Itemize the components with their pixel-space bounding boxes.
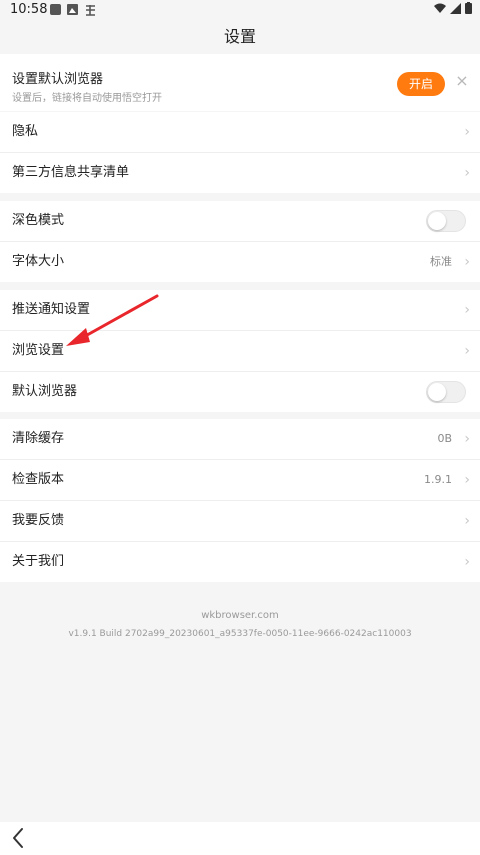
row-dark-mode: 深色模式 (0, 201, 480, 242)
chevron-right-icon: › (464, 431, 470, 447)
settings-group-display: 深色模式 字体大小 标准 › (0, 201, 480, 282)
close-icon[interactable]: × (455, 73, 469, 89)
row-browsing-settings[interactable]: 浏览设置 › (0, 331, 480, 372)
row-label: 推送通知设置 (12, 302, 91, 317)
page-title: 设置 (223, 27, 256, 46)
battery-icon (465, 2, 472, 14)
row-push-notifications[interactable]: 推送通知设置 › (0, 290, 480, 331)
status-time: 10:58 (10, 2, 48, 17)
row-clear-cache[interactable]: 清除缓存 0B › (0, 419, 480, 460)
default-browser-banner: 设置默认浏览器 设置后，链接将自动使用悟空打开 开启 × (0, 54, 480, 111)
row-label: 字体大小 (12, 254, 65, 269)
row-label: 第三方信息共享清单 (12, 165, 130, 180)
chevron-right-icon: › (464, 513, 470, 529)
square-icon (50, 4, 61, 15)
row-label: 我要反馈 (12, 513, 65, 528)
row-about-us[interactable]: 关于我们 › (0, 542, 480, 582)
row-label: 默认浏览器 (12, 384, 78, 399)
chevron-right-icon: › (464, 124, 470, 140)
system-icons (434, 2, 472, 17)
enable-button[interactable]: 开启 (397, 72, 445, 96)
banner-subtitle: 设置后，链接将自动使用悟空打开 (12, 93, 162, 104)
status-bar: 10:58 (0, 0, 480, 20)
toggle-knob (428, 212, 446, 230)
row-font-size[interactable]: 字体大小 标准 › (0, 242, 480, 282)
chevron-right-icon: › (464, 165, 470, 181)
toggle-knob (428, 383, 446, 401)
row-check-version[interactable]: 检查版本 1.9.1 › (0, 460, 480, 501)
chevron-right-icon: › (464, 254, 470, 270)
row-label: 深色模式 (12, 213, 65, 228)
row-value: 0B (437, 432, 452, 445)
dark-mode-toggle[interactable] (426, 210, 466, 232)
photo-icon (67, 4, 78, 15)
row-privacy[interactable]: 隐私 › (0, 112, 480, 153)
row-label: 隐私 (12, 124, 39, 139)
row-default-browser: 默认浏览器 (0, 372, 480, 412)
chevron-right-icon: › (464, 554, 470, 570)
settings-group-general: 清除缓存 0B › 检查版本 1.9.1 › 我要反馈 › 关于我们 › (0, 419, 480, 582)
footer-build: v1.9.1 Build 2702a99_20230601_a95337fe-0… (68, 629, 412, 639)
bug-icon (86, 5, 95, 16)
chevron-right-icon: › (464, 302, 470, 318)
row-third-party-sharing[interactable]: 第三方信息共享清单 › (0, 153, 480, 193)
bottom-nav-bar (0, 822, 480, 855)
row-label: 清除缓存 (12, 431, 65, 446)
signal-icon (450, 3, 462, 14)
row-label: 浏览设置 (12, 343, 65, 358)
row-label: 检查版本 (12, 472, 65, 487)
settings-group-browsing: 推送通知设置 › 浏览设置 › 默认浏览器 (0, 290, 480, 412)
default-browser-toggle[interactable] (426, 381, 466, 403)
chevron-right-icon: › (464, 472, 470, 488)
back-icon[interactable] (10, 826, 26, 850)
footer-site: wkbrowser.com (201, 610, 279, 621)
banner-title: 设置默认浏览器 (12, 72, 104, 87)
chevron-right-icon: › (464, 343, 470, 359)
wifi-icon (434, 3, 447, 13)
row-value: 标准 (430, 255, 452, 268)
settings-group-privacy: 隐私 › 第三方信息共享清单 › (0, 112, 480, 193)
row-value: 1.9.1 (424, 473, 452, 486)
row-label: 关于我们 (12, 554, 65, 569)
row-feedback[interactable]: 我要反馈 › (0, 501, 480, 542)
